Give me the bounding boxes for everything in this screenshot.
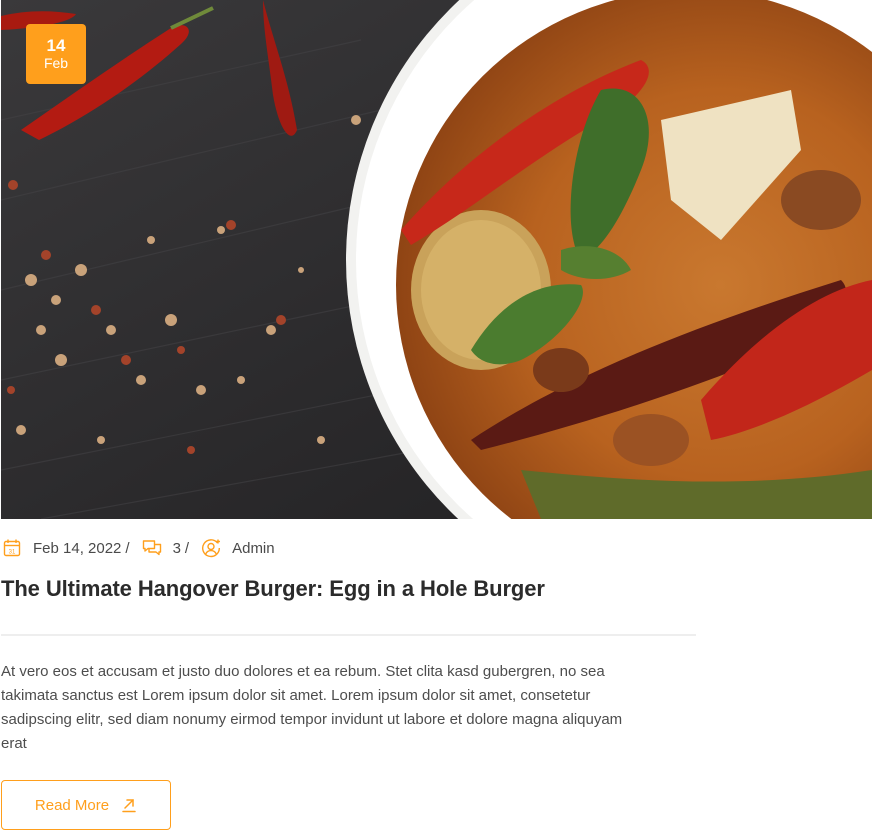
post-meta: 31 Feb 14, 2022 / 3 / Admin bbox=[2, 536, 275, 560]
arrow-up-right-icon bbox=[121, 797, 137, 813]
curry-bowl-photo bbox=[1, 0, 872, 519]
read-more-button[interactable]: Read More bbox=[1, 780, 171, 830]
post-featured-image[interactable]: 14 Feb bbox=[1, 0, 872, 519]
date-badge: 14 Feb bbox=[26, 24, 86, 84]
calendar-icon: 31 bbox=[2, 538, 22, 558]
divider bbox=[1, 634, 696, 636]
post-date: Feb 14, 2022 bbox=[33, 539, 122, 557]
meta-separator: / bbox=[125, 539, 130, 557]
post-comments-count[interactable]: 3 bbox=[173, 540, 181, 557]
svg-text:31: 31 bbox=[9, 550, 16, 556]
date-badge-month: Feb bbox=[43, 54, 69, 71]
date-badge-day: 14 bbox=[46, 35, 66, 55]
meta-separator: / bbox=[184, 539, 190, 557]
post-excerpt: At vero eos et accusam et justo duo dolo… bbox=[1, 663, 623, 752]
post-title[interactable]: The Ultimate Hangover Burger: Egg in a H… bbox=[1, 576, 545, 602]
comments-icon bbox=[142, 538, 162, 558]
user-icon bbox=[201, 538, 221, 558]
read-more-label: Read More bbox=[34, 796, 110, 814]
post-author[interactable]: Admin bbox=[232, 540, 275, 557]
